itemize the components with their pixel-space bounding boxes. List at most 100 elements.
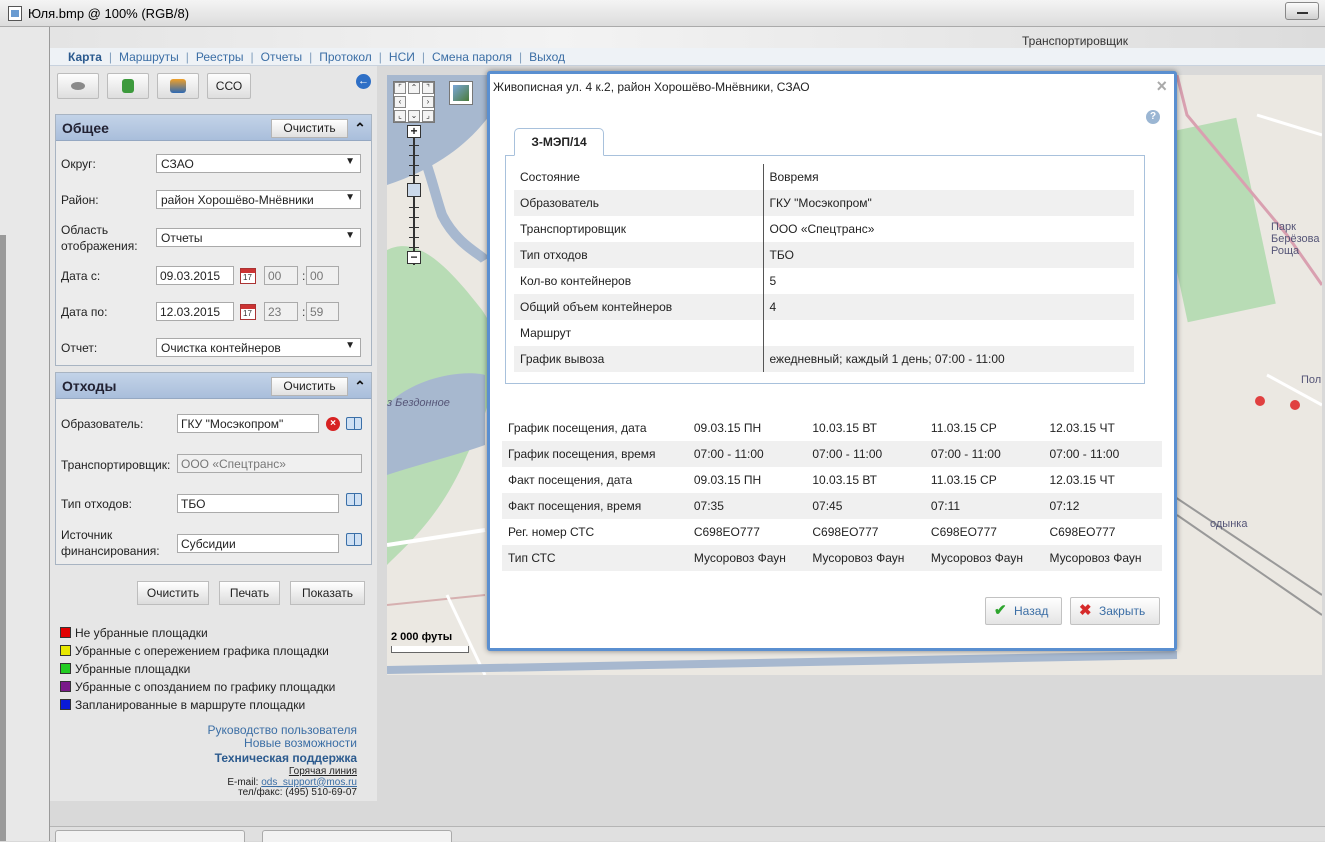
zoom-slider[interactable]: + − (407, 125, 421, 265)
section-waste: Отходы Очистить ⌃ Образователь: ГКУ "Мос… (55, 372, 372, 565)
nav-routes[interactable]: Маршруты (119, 50, 179, 64)
date-to-input[interactable]: 12.03.2015 (156, 302, 234, 321)
nav-change-password[interactable]: Смена пароля (432, 50, 512, 64)
tool-visibility-button[interactable] (57, 73, 99, 99)
nav-logout[interactable]: Выход (529, 50, 565, 64)
nav-registries[interactable]: Реестры (196, 50, 244, 64)
pan-right-icon[interactable]: › (422, 96, 434, 108)
pan-up-right-icon[interactable]: ⌝ (422, 82, 434, 94)
time-from-hours[interactable]: 00 (264, 266, 298, 285)
carrier-input[interactable]: ООО «Спецтранс» (177, 454, 362, 473)
time-to-hours[interactable]: 23 (264, 302, 298, 321)
eye-icon (71, 82, 85, 90)
pan-down-left-icon[interactable]: ⌞ (394, 110, 406, 122)
pan-up-icon[interactable]: ⌃ (408, 82, 420, 94)
nav-protocol[interactable]: Протокол (319, 50, 372, 64)
help-icon[interactable]: ? (1146, 110, 1160, 124)
visit-cell: 07:00 - 11:00 (687, 441, 807, 467)
layers-icon[interactable] (449, 81, 473, 105)
producer-input[interactable]: ГКУ "Мосэкопром" (177, 414, 319, 433)
calendar-icon[interactable] (240, 268, 256, 284)
taskbar-tab[interactable] (55, 830, 245, 842)
visit-cell: Мусоровоз Фаун (1043, 545, 1162, 571)
chevron-up-icon[interactable]: ⌃ (352, 377, 368, 395)
help-links: Руководство пользователя Новые возможнос… (208, 724, 357, 766)
remove-icon[interactable]: × (326, 417, 340, 431)
chevron-up-icon[interactable]: ⌃ (352, 119, 368, 137)
pan-down-right-icon[interactable]: ⌟ (422, 110, 434, 122)
waste-type-input[interactable]: ТБО (177, 494, 339, 513)
zoom-thumb[interactable] (407, 183, 421, 197)
funding-input[interactable]: Субсидии (177, 534, 339, 553)
tool-recycle-button[interactable] (107, 73, 149, 99)
pan-left-icon[interactable]: ‹ (394, 96, 406, 108)
rayon-select[interactable]: район Хорошёво-Мнёвники ▼ (156, 190, 361, 209)
visit-cell: 07:35 (687, 493, 807, 519)
support-email-link[interactable]: ods_support@mos.ru (261, 777, 357, 788)
visit-row-label: Факт посещения, дата (508, 473, 633, 487)
funding-label: Источник финансирования: (61, 528, 160, 558)
okrug-select[interactable]: СЗАО ▼ (156, 154, 361, 173)
report-value: Очистка контейнеров (161, 341, 281, 355)
print-button[interactable]: Печать (219, 581, 280, 605)
date-from-input[interactable]: 09.03.2015 (156, 266, 234, 285)
visit-cell: С698ЕО777 (812, 525, 879, 539)
directory-book-icon[interactable] (346, 493, 362, 506)
legend-item: Запланированные в маршруте площадки (60, 698, 335, 716)
pan-up-left-icon[interactable]: ⌜ (394, 82, 406, 94)
nav-reports[interactable]: Отчеты (261, 50, 302, 64)
table-row: График посещения, дата 09.03.15 ПН 10.03.1… (502, 415, 1162, 441)
info-value: 4 (763, 294, 1134, 320)
back-button[interactable]: ✔ Назад (985, 597, 1062, 625)
visit-cell: 07:12 (1043, 493, 1162, 519)
visit-cell: 10.03.15 ВТ (812, 473, 877, 487)
app-header: Транспортировщик (50, 27, 1325, 48)
calendar-icon[interactable] (240, 304, 256, 320)
info-value: 5 (769, 274, 777, 288)
close-button[interactable]: ✖ Закрыть (1070, 597, 1160, 625)
visit-cell: 12.03.15 ЧТ (1049, 473, 1115, 487)
visit-cell: 07:11 (924, 493, 1044, 519)
area-select[interactable]: Отчеты ▼ (156, 228, 361, 247)
directory-book-icon[interactable] (346, 533, 362, 546)
zoom-out-icon[interactable]: − (407, 251, 421, 264)
area-value: Отчеты (161, 231, 203, 245)
waste-clear-button[interactable]: Очистить (271, 377, 348, 396)
taskbar-tab[interactable] (262, 830, 452, 842)
directory-book-icon[interactable] (346, 417, 362, 430)
time-from-minutes[interactable]: 00 (306, 266, 339, 285)
visit-cell: 07:45 (806, 493, 925, 519)
visit-cell: 07:00 - 11:00 (1043, 441, 1162, 467)
nav-nsi[interactable]: НСИ (389, 50, 415, 64)
info-key: Состояние (514, 164, 764, 190)
general-clear-button[interactable]: Очистить (271, 119, 348, 138)
info-value: Вовремя (769, 170, 819, 184)
visit-cell: Мусоровоз Фаун (687, 545, 807, 571)
show-button[interactable]: Показать (290, 581, 365, 605)
info-key: Маршрут (514, 320, 764, 346)
time-to-minutes[interactable]: 59 (306, 302, 339, 321)
report-select[interactable]: Очистка контейнеров ▼ (156, 338, 361, 357)
report-label: Отчет: (61, 341, 98, 355)
legend-swatch-purple (60, 681, 71, 692)
info-value: ТБО (763, 242, 1134, 268)
pan-down-icon[interactable]: ⌄ (408, 110, 420, 122)
tech-support-link[interactable]: Техническая поддержка (208, 750, 357, 766)
nav-map[interactable]: Карта (68, 50, 102, 64)
tab-site-code[interactable]: З-МЭП/14 (514, 128, 604, 156)
legend-swatch-green (60, 663, 71, 674)
legend-swatch-red (60, 627, 71, 638)
info-value: ежедневный; каждый 1 день; 07:00 - 11:00 (763, 346, 1134, 372)
tool-cco-button[interactable]: ССО (207, 73, 251, 99)
table-row: Маршрут (514, 320, 1134, 346)
collapse-left-panel-icon[interactable]: ← (356, 74, 371, 89)
zoom-in-icon[interactable]: + (407, 125, 421, 138)
contact-info: Горячая линия E-mail: ods_support@mos.ru… (227, 766, 357, 799)
tool-truck-button[interactable] (157, 73, 199, 99)
new-features-link[interactable]: Новые возможности (208, 737, 357, 750)
table-row: Транспортировщик ООО «Спецтранс» (514, 216, 1134, 242)
map-label-park: Парк Берёзова Роща (1271, 221, 1320, 257)
close-icon[interactable]: × (1156, 77, 1167, 95)
clear-all-button[interactable]: Очистить (137, 581, 209, 605)
minimize-button[interactable] (1285, 2, 1319, 20)
